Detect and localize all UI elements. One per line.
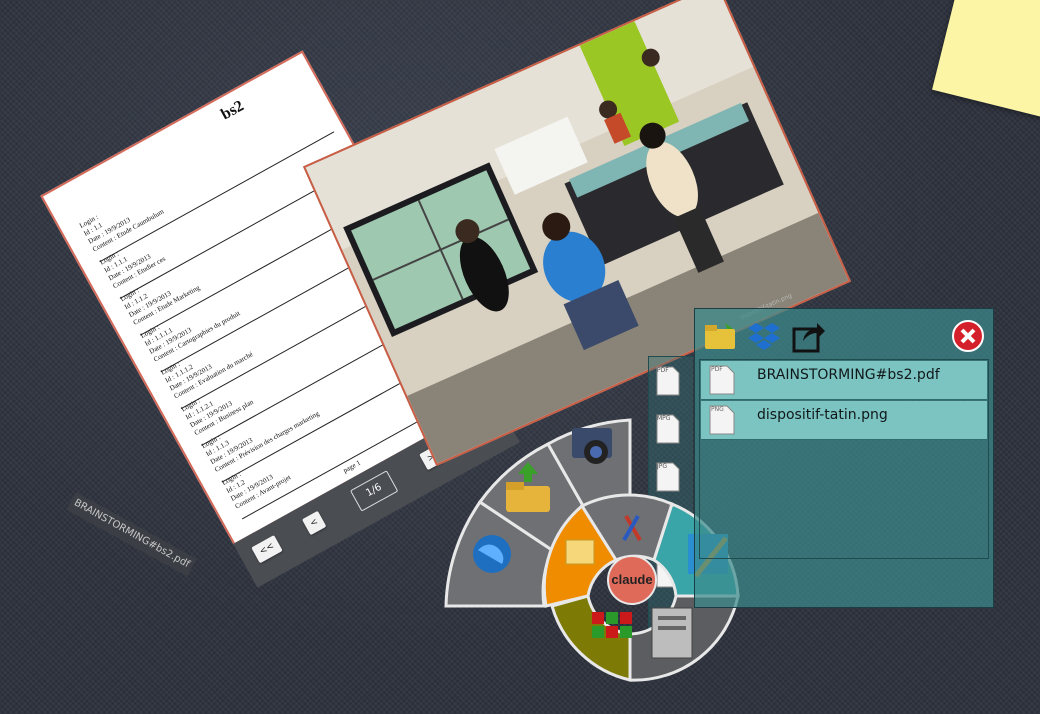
globe-icon	[473, 535, 511, 573]
file-panel-toolbar	[695, 309, 993, 359]
documents-icon	[651, 607, 693, 659]
file-list: PDF BRAINSTORMING#bs2.pdf PNG dispositif-ta…	[699, 359, 989, 559]
file-type-badge: PNG	[711, 406, 724, 413]
file-type-label: PDF	[657, 367, 669, 374]
radial-sector-grid[interactable]	[550, 594, 632, 682]
dropbox-icon[interactable]	[747, 319, 781, 353]
sticky-note[interactable]	[932, 0, 1040, 126]
first-page-button[interactable]: <<	[251, 535, 283, 564]
pdf-filename-label: BRAINSTORMING#bs2.pdf	[66, 492, 197, 577]
pdf-title: bs2	[218, 97, 247, 124]
share-icon[interactable]	[791, 319, 825, 353]
file-name: BRAINSTORMING#bs2.pdf	[757, 367, 940, 383]
file-type-badge: PDF	[711, 366, 723, 373]
page-number: 1/6	[349, 470, 399, 512]
prev-page-button[interactable]: <	[301, 510, 327, 536]
file-type-filter-pdf[interactable]: PDF	[655, 365, 681, 397]
close-icon[interactable]	[951, 319, 985, 353]
notes-icon	[565, 539, 595, 565]
user-label: claude	[611, 572, 652, 587]
folder-icon[interactable]	[703, 319, 737, 353]
file-name: dispositif-tatin.png	[757, 407, 888, 423]
file-panel: PDF BRAINSTORMING#bs2.pdf PNG dispositif-ta…	[694, 308, 994, 608]
file-row[interactable]: PDF BRAINSTORMING#bs2.pdf	[701, 361, 987, 400]
file-row[interactable]: PNG dispositif-tatin.png	[701, 401, 987, 440]
